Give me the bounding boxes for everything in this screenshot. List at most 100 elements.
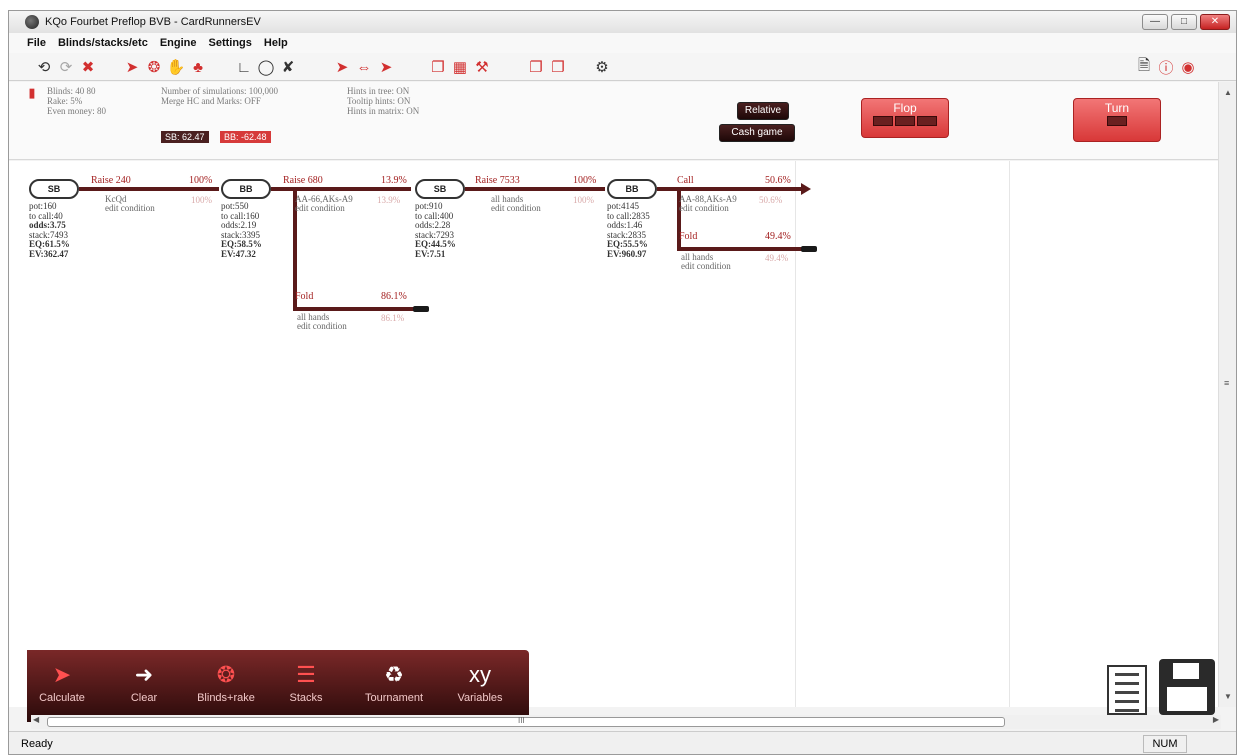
toolbar: ⟲ ⟳ ✖ ➤ ❂ ✋ ♣ ∟ ◯ ✘ ➤ ⇔ ➤ ❐ ▦ ⚒ ❐ ❐ ⚙ 🗎 … <box>9 53 1236 81</box>
arrow-left-icon[interactable]: ➤ <box>333 58 351 76</box>
tree-node-sb[interactable]: SB <box>29 179 79 199</box>
range-percentage: 49.4% <box>765 253 789 263</box>
tree-node-bb[interactable]: BB <box>607 179 657 199</box>
menu-engine[interactable]: Engine <box>160 37 197 49</box>
help-icon[interactable]: ◉ <box>1179 58 1197 76</box>
copy-icon[interactable]: ❐ <box>429 58 447 76</box>
xy-icon: xy <box>469 662 491 687</box>
variables-button[interactable]: xy Variables <box>447 650 513 722</box>
info-icon[interactable]: ⓘ <box>1157 58 1175 77</box>
cash-game-button[interactable]: Cash game <box>719 124 795 142</box>
edit-condition-link[interactable]: edit condition <box>491 203 541 214</box>
raise-action-icon[interactable]: ➤ <box>123 58 141 76</box>
turn-label: Turn <box>1104 101 1130 115</box>
scroll-up-icon[interactable]: ▲ <box>1224 88 1232 97</box>
action-label-fold[interactable]: Fold <box>679 231 697 242</box>
chip-icon[interactable]: ❂ <box>145 58 163 76</box>
edit-condition-link[interactable]: edit condition <box>105 203 155 214</box>
window-controls: — □ ✕ <box>1142 14 1230 30</box>
arrow-both-icon[interactable]: ⇔ <box>355 58 373 76</box>
calculate-label: Calculate <box>39 692 85 704</box>
even-money-text: Even money: 80 <box>47 106 106 116</box>
scroll-down-icon[interactable]: ▼ <box>1224 692 1232 701</box>
flop-label: Flop <box>893 101 917 115</box>
menu-help[interactable]: Help <box>264 37 288 49</box>
range-percentage: 100% <box>191 195 212 205</box>
chip-icon: ❂ <box>216 662 236 687</box>
action-percentage: 100% <box>189 175 213 186</box>
minimize-button[interactable]: — <box>1142 14 1168 30</box>
app-window: KQo Fourbet Preflop BVB - CardRunnersEV … <box>8 10 1237 755</box>
tree-node-sb[interactable]: SB <box>415 179 465 199</box>
column-divider <box>1009 161 1010 707</box>
matrix-icon[interactable]: ▦ <box>451 58 469 76</box>
action-label-raise[interactable]: Raise 7533 <box>475 175 520 186</box>
blinds-rake-button[interactable]: ❂ Blinds+rake <box>193 650 259 722</box>
undo-icon[interactable]: ⟲ <box>35 58 53 76</box>
circle-icon[interactable]: ◯ <box>257 58 275 76</box>
redo-icon[interactable]: ⟳ <box>57 58 75 76</box>
blinds-rake-label: Blinds+rake <box>197 692 255 704</box>
scroll-grip-icon[interactable]: ≡ <box>1224 378 1229 388</box>
scroll-left-icon[interactable]: ◀ <box>33 715 39 724</box>
range-percentage: 86.1% <box>381 313 405 323</box>
maximize-button[interactable]: □ <box>1171 14 1197 30</box>
save-disk-icon[interactable] <box>1159 659 1215 715</box>
hand-icon[interactable]: ✋ <box>167 58 186 76</box>
menu-blinds-stacks[interactable]: Blinds/stacks/etc <box>58 37 148 49</box>
edit-condition-link[interactable]: edit condition <box>295 203 345 214</box>
tournament-button[interactable]: ♻ Tournament <box>361 650 427 722</box>
stacks-button[interactable]: ☰ Stacks <box>273 650 339 722</box>
status-bar: Ready NUM <box>9 731 1236 754</box>
edit-condition-link[interactable]: edit condition <box>679 203 729 214</box>
export-icon[interactable]: ❐ <box>527 58 545 76</box>
action-label-raise[interactable]: Raise 680 <box>283 175 323 186</box>
calculate-button[interactable]: ➤ Calculate <box>29 650 95 722</box>
clear-button[interactable]: ➜ Clear <box>111 650 177 722</box>
relative-button[interactable]: Relative <box>737 102 789 120</box>
horizontal-scrollbar[interactable]: ◀ III ▶ <box>31 715 1221 729</box>
menu-file[interactable]: File <box>27 37 46 49</box>
tree-node-bb[interactable]: BB <box>221 179 271 199</box>
close-button[interactable]: ✕ <box>1200 14 1230 30</box>
vertical-scrollbar[interactable]: ▲ ≡ ▼ <box>1218 82 1236 707</box>
delete-icon[interactable]: ✖ <box>79 58 97 76</box>
edit-condition-link[interactable]: edit condition <box>681 261 731 272</box>
cards-icon[interactable]: ♣ <box>189 58 207 76</box>
terminal-marker <box>801 246 817 252</box>
action-label-raise[interactable]: Raise 240 <box>91 175 131 186</box>
turn-button[interactable]: Turn <box>1073 98 1161 142</box>
action-label-fold[interactable]: Fold <box>295 291 313 302</box>
terminal-marker <box>413 306 429 312</box>
tools-icon[interactable]: ⚒ <box>473 58 491 76</box>
column-divider <box>795 161 796 707</box>
range-percentage: 13.9% <box>377 195 401 205</box>
variables-label: Variables <box>457 692 503 704</box>
title-bar: KQo Fourbet Preflop BVB - CardRunnersEV … <box>9 11 1236 33</box>
scroll-right-icon[interactable]: ▶ <box>1213 715 1219 724</box>
action-percentage: 13.9% <box>381 175 407 186</box>
document-icon[interactable]: 🗎 <box>1135 57 1153 76</box>
app-logo-icon <box>25 15 39 29</box>
flop-button[interactable]: Flop <box>861 98 949 138</box>
import-icon[interactable]: ❐ <box>549 58 567 76</box>
hints-matrix-text: Hints in matrix: ON <box>347 106 420 116</box>
xy-icon[interactable]: ✘ <box>279 58 297 76</box>
clear-label: Clear <box>130 692 158 704</box>
action-label-call[interactable]: Call <box>677 175 694 186</box>
rake-text: Rake: 5% <box>47 96 83 106</box>
axis-icon[interactable]: ∟ <box>235 58 253 76</box>
flop-card-slots <box>862 115 948 129</box>
merge-text: Merge HC and Marks: OFF <box>161 96 261 106</box>
settings-wheel-icon[interactable]: ⚙ <box>593 58 611 76</box>
tournament-icon: ♻ <box>384 662 404 687</box>
arrow-right-icon[interactable]: ➤ <box>377 58 395 76</box>
horizontal-scroll-thumb[interactable]: III <box>47 716 1005 727</box>
edit-condition-link[interactable]: edit condition <box>297 321 347 332</box>
menu-settings[interactable]: Settings <box>209 37 252 49</box>
file-icon: ▮ <box>28 85 36 100</box>
status-text: Ready <box>21 738 53 750</box>
simulations-text: Number of simulations: 100,000 <box>161 86 278 96</box>
action-edge <box>465 187 605 191</box>
report-document-icon[interactable] <box>1107 665 1147 715</box>
